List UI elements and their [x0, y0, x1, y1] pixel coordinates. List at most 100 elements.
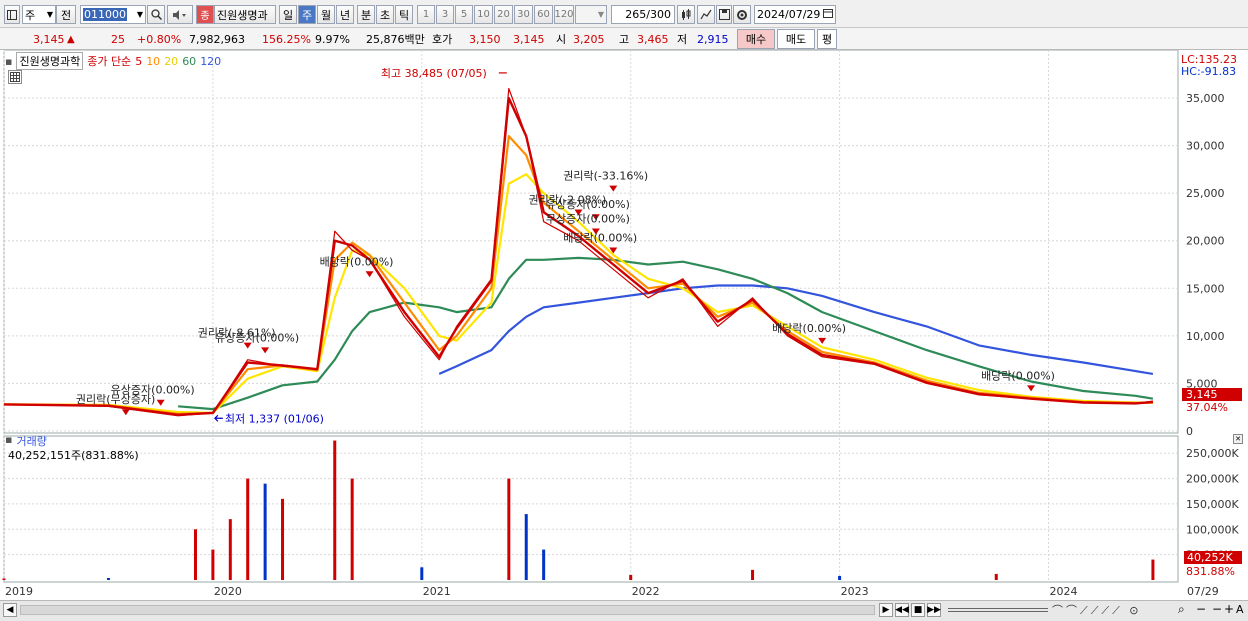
volume-bar: [350, 478, 354, 580]
date-field[interactable]: 2024/07/29: [754, 5, 836, 24]
zoom-search-icon[interactable]: ⌕: [1178, 602, 1185, 617]
eval-button[interactable]: 평: [817, 29, 837, 49]
scroll-left-icon[interactable]: ◀: [3, 603, 17, 617]
mode-button[interactable]: 전: [56, 5, 76, 24]
chart-title[interactable]: 진원생명과학: [16, 52, 84, 70]
stop-icon[interactable]: ■: [911, 603, 925, 617]
price-tick-label: 35,000: [1186, 92, 1225, 105]
volume-bar: [751, 569, 755, 580]
volume-bar: [211, 549, 215, 580]
save-icon[interactable]: [716, 5, 732, 24]
volume-bar: [420, 567, 424, 580]
tick-count-1[interactable]: 1: [417, 5, 435, 24]
tick-count-60[interactable]: 60: [534, 5, 553, 24]
tick-count-3[interactable]: 3: [436, 5, 454, 24]
crosshair-icon[interactable]: [697, 5, 715, 24]
tick-custom-select[interactable]: ▼: [575, 5, 607, 24]
grid-toggle-icon[interactable]: [8, 70, 22, 84]
volume-bar: [524, 514, 528, 580]
x-tick-label: 2023: [841, 585, 869, 598]
count-total: /300: [646, 8, 671, 21]
volume-tick-label: 250,000K: [1186, 447, 1239, 460]
legend-ma20[interactable]: 20: [164, 55, 178, 68]
scroll-track[interactable]: [20, 605, 875, 615]
chart-annotation: 권리락(무상증자): [76, 393, 155, 406]
legend-ma5[interactable]: 5: [135, 55, 142, 68]
tick-count-30[interactable]: 30: [514, 5, 533, 24]
layout-icon[interactable]: [4, 5, 20, 24]
volume-bar: [193, 529, 197, 580]
volume-tick-label: 150,000K: [1186, 498, 1239, 511]
open-label: 시: [556, 33, 567, 46]
high-label: 고: [619, 33, 630, 46]
stock-badge: 종: [196, 5, 214, 24]
change-arrow: ▲: [67, 33, 75, 45]
close-icon[interactable]: ✕: [1233, 434, 1243, 444]
candle-type-icon[interactable]: [677, 5, 695, 24]
period-type-select[interactable]: 주 ▼: [22, 5, 56, 24]
forward-icon[interactable]: ▶▶: [927, 603, 941, 617]
price-tick-label: 30,000: [1186, 140, 1225, 153]
tab-period-0[interactable]: 일: [279, 5, 297, 24]
volume-subtitle: 40,252,151주(831.88%): [8, 449, 139, 462]
calendar-icon[interactable]: [823, 8, 833, 21]
last-volume-tag: 40,252K: [1184, 551, 1242, 564]
legend-ma120[interactable]: 120: [200, 55, 221, 68]
stock-chart[interactable]: 최고 38,485 (07/05) 최저 1,337 (01/06) 권리락(-33…: [0, 50, 1248, 600]
x-tick-label: 2022: [632, 585, 660, 598]
tick-count-10[interactable]: 10: [474, 5, 493, 24]
buy-button[interactable]: 매수: [737, 29, 775, 49]
tab-period-6[interactable]: 틱: [395, 5, 413, 24]
volume-bar: [106, 577, 110, 580]
bid-label: 호가: [432, 33, 453, 46]
tick-count-5[interactable]: 5: [455, 5, 473, 24]
price-change-pct: +0.80%: [137, 32, 182, 46]
zoom-in-icon[interactable]: +: [1224, 602, 1234, 616]
date-value: 2024/07/29: [757, 8, 821, 21]
open-price: 3,205: [573, 32, 605, 46]
chart-annotation: 배당락(0.00%): [772, 322, 846, 335]
volume-tick-label: 200,000K: [1186, 473, 1239, 486]
tab-period-3[interactable]: 년: [336, 5, 354, 24]
zoom-slider[interactable]: [948, 608, 1048, 612]
zoom-reset-icon[interactable]: −: [1212, 602, 1222, 616]
chart-annotation: 배당락(0.00%): [981, 369, 1055, 382]
tab-period-5[interactable]: 초: [376, 5, 394, 24]
chart-annotation: 무상증자(0.00%): [546, 212, 630, 225]
legend-prefix: 종가 단순: [87, 55, 132, 68]
price-tick-label: 0: [1186, 425, 1193, 438]
bid-price-1: 3,150: [469, 32, 501, 46]
tick-count-120[interactable]: 120: [554, 5, 574, 24]
rewind-icon[interactable]: ◀◀: [895, 603, 909, 617]
gear-icon[interactable]: [733, 5, 751, 24]
last-volume-pct: 831.88%: [1186, 565, 1235, 578]
tick-count-20[interactable]: 20: [494, 5, 513, 24]
tab-period-1[interactable]: 주: [298, 5, 316, 24]
bid-price-2: 3,145: [513, 32, 545, 46]
volume-bar: [263, 483, 267, 580]
current-price: 3,145: [33, 32, 65, 46]
zoom-out-icon[interactable]: −: [1196, 602, 1206, 616]
legend-ma10[interactable]: 10: [146, 55, 160, 68]
chevron-down-icon: ▼: [597, 10, 604, 19]
search-icon[interactable]: [147, 5, 165, 24]
stock-code-input[interactable]: 011000 ▼: [80, 5, 146, 24]
volume-bar: [2, 578, 6, 580]
stock-name-field[interactable]: 진원생명과: [214, 5, 276, 24]
period-type-value: 주: [25, 8, 36, 22]
chevron-down-icon: ▼: [136, 10, 143, 19]
sell-button[interactable]: 매도: [777, 29, 815, 49]
sound-icon[interactable]: [167, 5, 193, 24]
volume-bar: [542, 549, 546, 580]
last-price-tag: 3,145: [1182, 388, 1242, 401]
tab-period-4[interactable]: 분: [357, 5, 375, 24]
chart-annotation: 배당락(0.00%): [563, 232, 637, 245]
drawing-tools-icon[interactable]: ⌒⌒⟋⟋⟋⟋ ⊙: [1052, 602, 1142, 618]
count-field[interactable]: 265/300: [611, 5, 675, 24]
legend-bullet: ▪: [5, 54, 13, 68]
zoom-label[interactable]: A: [1236, 603, 1244, 616]
tab-period-2[interactable]: 월: [317, 5, 335, 24]
legend-ma60[interactable]: 60: [182, 55, 196, 68]
scroll-right-icon[interactable]: ▶: [879, 603, 893, 617]
turnover-rate: 9.97%: [315, 32, 350, 46]
